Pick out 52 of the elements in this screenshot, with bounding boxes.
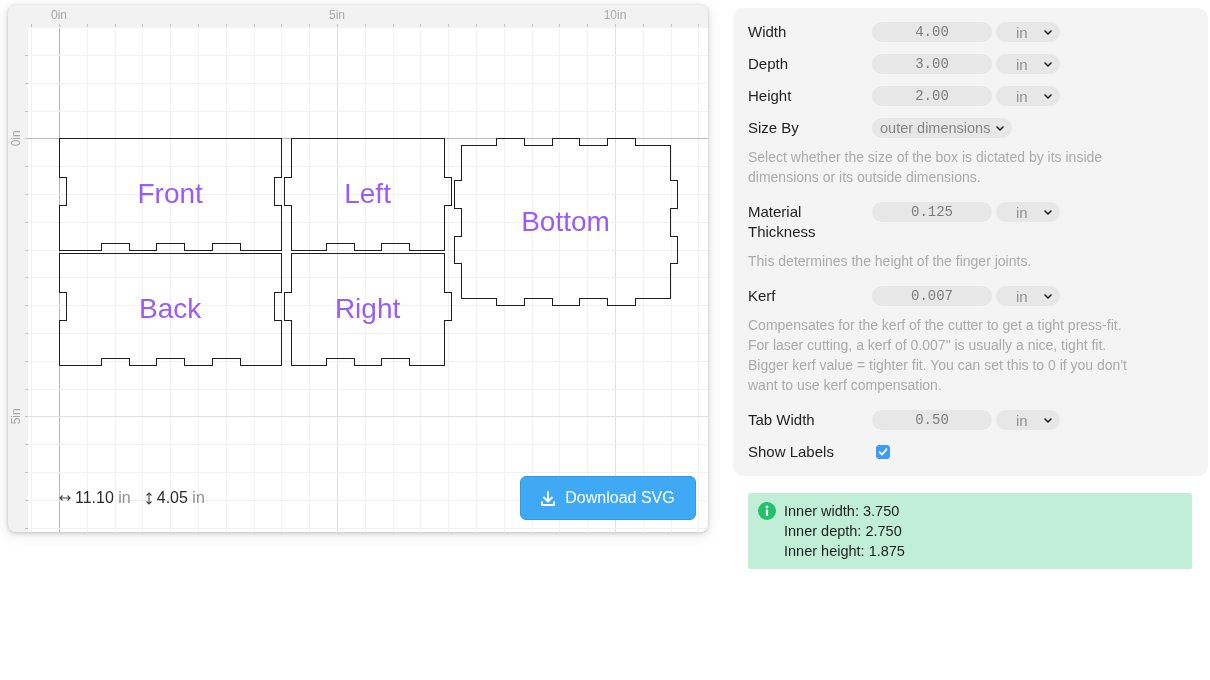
chevron-down-icon bbox=[1044, 417, 1052, 423]
vertical-arrow-icon bbox=[144, 491, 153, 505]
field-description: Compensates for the kerf of the cutter to get a tight press-fit. For laser cutting, a kerf of 0.007" is usually a nice, tight fit. Bigger kerf value = tighter fit. You can set this to 0 if you don't want to use kerf compensation. bbox=[748, 316, 1128, 395]
panel-label: Back bbox=[139, 293, 202, 325]
panel-label: Front bbox=[137, 178, 203, 210]
dimension-text: 11.10 in bbox=[75, 489, 131, 507]
download-icon bbox=[541, 490, 556, 506]
number-field[interactable]: 4.00 bbox=[872, 22, 992, 42]
info-icon bbox=[758, 502, 776, 520]
chevron-down-icon bbox=[1044, 93, 1052, 99]
unit-dropdown[interactable]: in bbox=[996, 202, 1060, 222]
ruler-label: 10in bbox=[603, 8, 627, 22]
field-label: Height bbox=[748, 86, 793, 106]
field-description: This determines the height of the finger joints. bbox=[748, 252, 1033, 271]
unit-dropdown[interactable]: in bbox=[996, 86, 1060, 106]
size-by-dropdown[interactable]: outer dimensions bbox=[872, 118, 1013, 138]
ruler-label: 0in bbox=[9, 130, 23, 147]
download-svg-button[interactable]: Download SVG bbox=[520, 476, 696, 520]
field-label: Show Labels bbox=[748, 442, 835, 462]
number-field[interactable]: 2.00 bbox=[872, 86, 992, 106]
ruler-label: 0in bbox=[51, 8, 67, 22]
panel-label: Left bbox=[344, 178, 391, 210]
chevron-down-icon bbox=[996, 125, 1005, 131]
field-description: Select whether the size of the box is dictated by its inside dimensions or its outside dimensions. bbox=[748, 148, 1104, 187]
chevron-down-icon bbox=[1044, 293, 1052, 299]
ruler-label: 5in bbox=[9, 408, 23, 425]
panel-label: Bottom bbox=[521, 206, 610, 238]
number-field[interactable]: 0.007 bbox=[872, 286, 992, 306]
unit-dropdown[interactable]: in bbox=[996, 22, 1060, 42]
ruler-label: 5in bbox=[329, 8, 345, 22]
dimension-text: 4.05 in bbox=[156, 489, 205, 507]
field-label: Depth bbox=[748, 54, 790, 74]
chevron-down-icon bbox=[1044, 209, 1052, 215]
checkbox[interactable] bbox=[876, 445, 890, 459]
info-text: Inner height: 1.875 bbox=[784, 542, 905, 561]
number-field[interactable]: 0.125 bbox=[872, 202, 992, 222]
panel-label: Right bbox=[334, 293, 401, 325]
horizontal-arrow-icon bbox=[59, 494, 71, 502]
field-label: Material Thickness bbox=[748, 202, 817, 242]
info-text: Inner depth: 2.750 bbox=[784, 522, 903, 541]
unit-dropdown[interactable]: in bbox=[996, 54, 1060, 74]
chevron-down-icon bbox=[1044, 61, 1052, 67]
number-field[interactable]: 3.00 bbox=[872, 54, 992, 74]
unit-dropdown[interactable]: in bbox=[996, 410, 1060, 430]
field-label: Kerf bbox=[748, 286, 777, 306]
unit-dropdown[interactable]: in bbox=[996, 286, 1060, 306]
field-label: Size By bbox=[748, 118, 800, 138]
field-label: Tab Width bbox=[748, 410, 816, 430]
info-text: Inner width: 3.750 bbox=[784, 502, 901, 521]
number-field[interactable]: 0.50 bbox=[872, 410, 992, 430]
chevron-down-icon bbox=[1044, 29, 1052, 35]
field-label: Width bbox=[748, 22, 788, 42]
